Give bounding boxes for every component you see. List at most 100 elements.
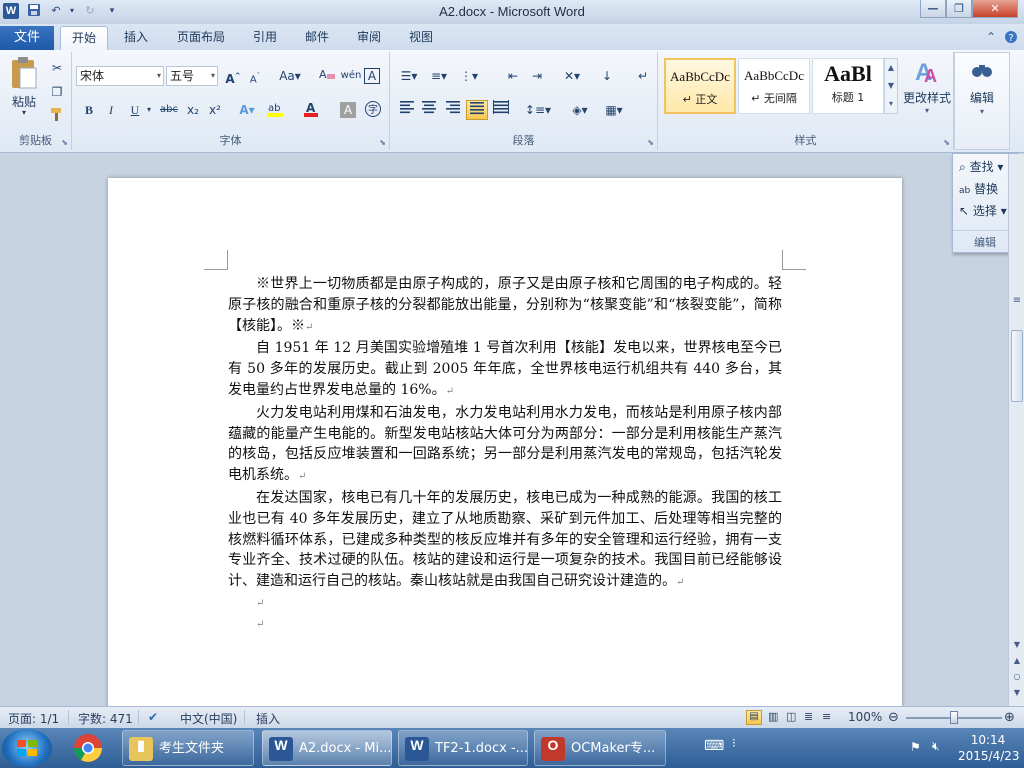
style-normal[interactable]: AaBbCcDc ↵ 正文	[664, 58, 736, 114]
multilevel-list-icon[interactable]: ⋮▾	[456, 66, 482, 86]
editing-group[interactable]: 编辑 ▾	[954, 52, 1010, 150]
text-effects-icon[interactable]: A▾	[236, 100, 258, 120]
language-indicator[interactable]: 中文(中国)	[180, 710, 237, 727]
print-layout-view-icon[interactable]: ▤	[746, 710, 762, 725]
change-styles-button[interactable]: AA 更改样式 ▾	[902, 56, 952, 126]
scroll-thumb[interactable]	[1011, 330, 1023, 402]
clipboard-launcher-icon[interactable]: ⬊	[61, 138, 68, 147]
line-spacing-icon[interactable]: ↕≡▾	[524, 100, 552, 120]
full-screen-reading-icon[interactable]: ▥	[768, 710, 778, 723]
align-right-icon[interactable]	[442, 100, 464, 120]
numbering-icon[interactable]: ≡▾	[426, 66, 452, 86]
font-size-combo[interactable]: 五号 ▾	[166, 66, 218, 86]
taskbar-item-ocmaker[interactable]: O OCMaker专...	[534, 730, 666, 766]
character-border-icon[interactable]: A	[364, 68, 380, 84]
help-icon[interactable]: ?	[1004, 30, 1018, 47]
font-color-icon[interactable]: A	[302, 100, 324, 120]
zoom-out-icon[interactable]: ⊖	[888, 710, 899, 725]
close-button[interactable]: ✕	[972, 0, 1018, 18]
tab-mailings[interactable]: 邮件	[296, 26, 338, 50]
ime-icon[interactable]: ⁝	[732, 736, 736, 750]
chevron-up-icon[interactable]: ▲	[885, 59, 897, 77]
vertical-scrollbar[interactable]: ≡ ▼ ▲ ○ ▼	[1008, 154, 1024, 706]
subscript-button[interactable]: x₂	[182, 100, 204, 120]
paragraph[interactable]: 在发达国家，核电已有几十年的发展历史，核电已成为一种成熟的能源。我国的核工业也已…	[228, 488, 782, 594]
minimize-ribbon-icon[interactable]: ⌃	[986, 30, 996, 44]
insert-mode-indicator[interactable]: 插入	[256, 710, 280, 727]
volume-muted-icon[interactable]: 🔇︎	[932, 739, 940, 754]
select-button[interactable]: ↖ 选择 ▾	[959, 202, 1007, 220]
chinese-layout-icon[interactable]: ✕▾	[558, 66, 586, 86]
tab-insert[interactable]: 插入	[114, 26, 158, 50]
font-name-combo[interactable]: 宋体 ▾	[76, 66, 164, 86]
tab-review[interactable]: 审阅	[348, 26, 390, 50]
maximize-button[interactable]: ❐	[946, 0, 972, 18]
document-body[interactable]: ※世界上一切物质都是由原子构成的，原子又是由原子核和它周围的电子构成的。轻原子核…	[228, 274, 782, 636]
font-launcher-icon[interactable]: ⬊	[379, 138, 386, 147]
keyboard-icon[interactable]: ⌨	[704, 738, 724, 754]
align-center-icon[interactable]	[418, 100, 440, 120]
decrease-indent-icon[interactable]: ⇤	[502, 66, 524, 86]
tab-page-layout[interactable]: 页面布局	[168, 26, 234, 50]
italic-button[interactable]: I	[100, 100, 122, 120]
zoom-slider-thumb[interactable]	[950, 711, 958, 724]
chevron-down-icon[interactable]: ▾	[157, 67, 161, 85]
align-left-icon[interactable]	[396, 100, 418, 120]
increase-indent-icon[interactable]: ⇥	[526, 66, 548, 86]
ruler-toggle-icon[interactable]: ≡	[1010, 294, 1024, 308]
tab-view[interactable]: 视图	[400, 26, 442, 50]
replace-button[interactable]: ab 替换	[959, 180, 998, 200]
cut-icon[interactable]: ✂	[46, 58, 68, 78]
styles-gallery-scroll[interactable]: ▲ ▼ ▾	[884, 58, 898, 114]
copy-icon[interactable]: ❐	[46, 82, 68, 102]
zoom-in-icon[interactable]: ⊕	[1004, 710, 1015, 725]
empty-paragraph[interactable]: ↵	[228, 615, 782, 636]
taskbar-item-folder[interactable]: ▮ 考生文件夹	[122, 730, 254, 766]
shading-icon[interactable]: ◈▾	[566, 100, 594, 120]
document-page[interactable]: ※世界上一切物质都是由原子构成的，原子又是由原子核和它周围的电子构成的。轻原子核…	[108, 178, 902, 718]
browse-object-icon[interactable]: ○	[1010, 670, 1024, 684]
previous-page-icon[interactable]: ▲	[1010, 654, 1024, 668]
taskbar-item-a2-docx[interactable]: W A2.docx - Mi...	[262, 730, 392, 766]
clock[interactable]: 10:14 2015/4/23	[958, 732, 1020, 764]
page-count[interactable]: 页面: 1/1	[8, 710, 59, 727]
taskbar-item-tf2-docx[interactable]: W TF2-1.docx -...	[398, 730, 528, 766]
enclose-characters-icon[interactable]: 字	[362, 100, 384, 120]
change-case-icon[interactable]: Aa▾	[276, 66, 304, 86]
web-layout-icon[interactable]: ◫	[786, 710, 796, 723]
style-heading-1[interactable]: AaBl 标题 1	[812, 58, 884, 114]
chevron-down-icon[interactable]: ▾	[211, 67, 215, 85]
strikethrough-button[interactable]: abc	[158, 100, 180, 120]
empty-paragraph[interactable]: ↵	[228, 594, 782, 615]
next-page-icon[interactable]: ▼	[1010, 686, 1024, 700]
zoom-level[interactable]: 100%	[848, 710, 882, 724]
paragraph[interactable]: 自 1951 年 12 月美国实验增殖堆 1 号首次利用【核能】发电以来，世界核…	[228, 338, 782, 402]
underline-dropdown-icon[interactable]: ▾	[144, 100, 154, 120]
draft-view-icon[interactable]: ≡	[822, 710, 831, 723]
scroll-down-icon[interactable]: ▼	[1010, 638, 1024, 652]
more-icon[interactable]: ▾	[885, 95, 897, 113]
proofing-icon[interactable]: ✔	[148, 710, 158, 724]
start-button[interactable]	[2, 729, 52, 767]
sort-icon[interactable]: ↓	[596, 66, 618, 86]
text-highlight-icon[interactable]: ab	[266, 100, 288, 120]
clear-formatting-icon[interactable]: A	[316, 66, 338, 86]
format-painter-icon[interactable]	[46, 106, 68, 126]
styles-launcher-icon[interactable]: ⬊	[943, 138, 950, 147]
tab-file[interactable]: 文件	[0, 26, 54, 50]
chrome-icon[interactable]	[66, 732, 110, 764]
paste-dropdown-icon[interactable]: ▾	[8, 108, 40, 118]
bold-button[interactable]: B	[78, 100, 100, 120]
superscript-button[interactable]: x²	[204, 100, 226, 120]
distributed-icon[interactable]	[490, 100, 512, 120]
tab-home[interactable]: 开始	[60, 26, 108, 50]
word-count[interactable]: 字数: 471	[78, 710, 133, 727]
paragraph[interactable]: ※世界上一切物质都是由原子构成的，原子又是由原子核和它周围的电子构成的。轻原子核…	[228, 274, 782, 338]
shrink-font-icon[interactable]: Aˇ	[244, 66, 266, 86]
chevron-down-icon[interactable]: ▼	[885, 77, 897, 95]
paragraph-launcher-icon[interactable]: ⬊	[647, 138, 654, 147]
outline-view-icon[interactable]: ≣	[804, 710, 813, 723]
underline-button[interactable]: U	[124, 100, 146, 120]
justify-icon[interactable]	[466, 100, 488, 120]
bullets-icon[interactable]: ☰▾	[396, 66, 422, 86]
